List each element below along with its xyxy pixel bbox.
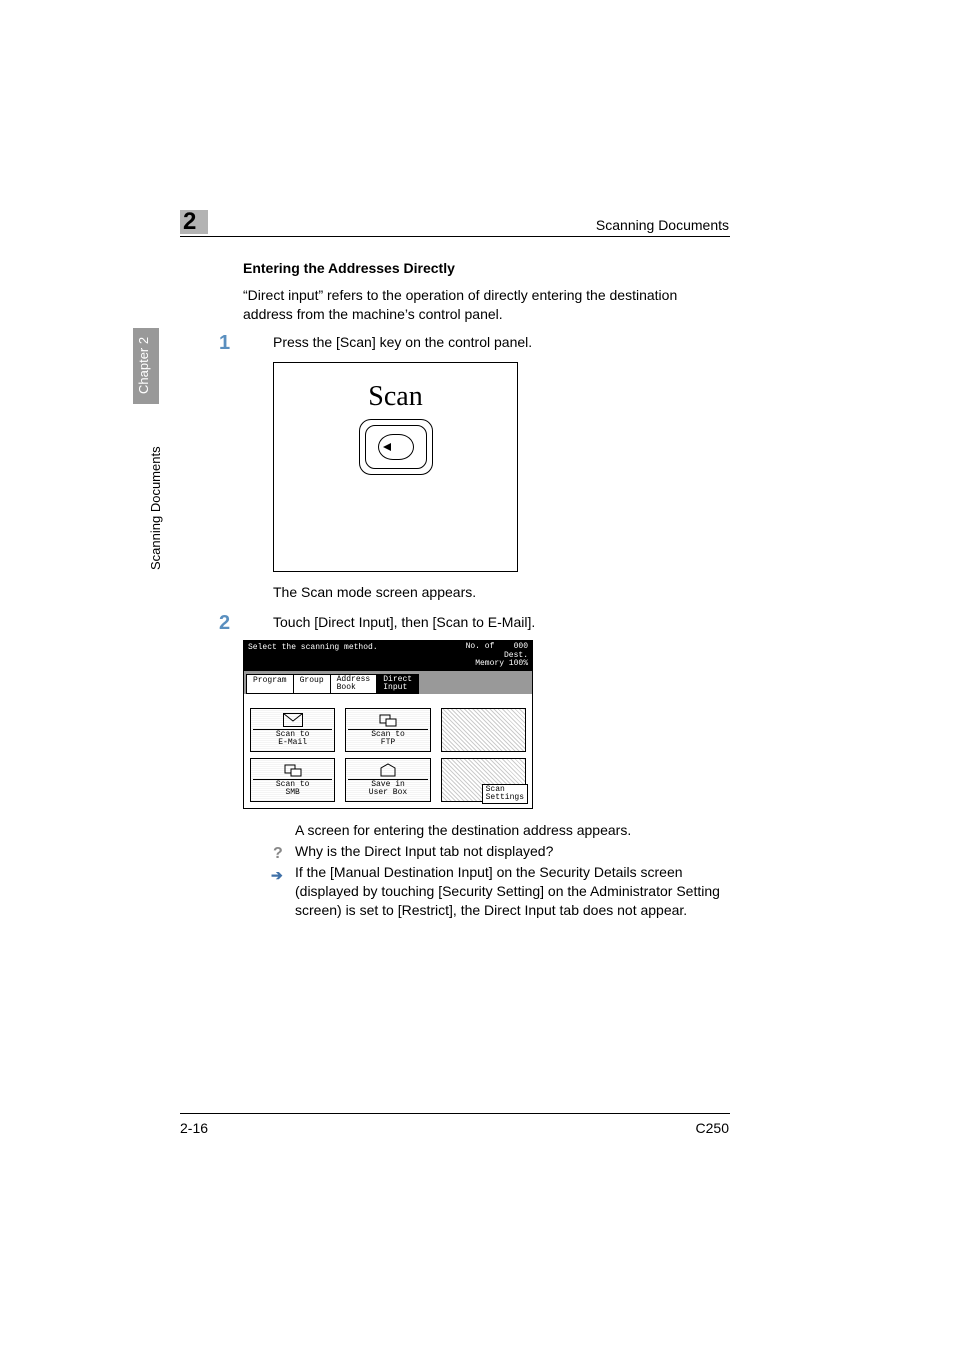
panel-card-save-box-label: Save in User Box <box>348 779 427 797</box>
arrow-icon: ➔ <box>271 866 283 885</box>
step-2-text: Touch [Direct Input], then [Scan to E-Ma… <box>243 614 730 630</box>
step-1-number: 1 <box>219 332 230 355</box>
panel-dest-label-1: No. of <box>466 642 495 651</box>
panel-tab-group[interactable]: Group <box>293 674 331 694</box>
header-section-title: Scanning Documents <box>596 217 729 233</box>
question-icon: ? <box>273 843 283 865</box>
panel-card-save-box[interactable]: Save in User Box <box>345 758 430 802</box>
panel-card-empty-1 <box>441 708 526 752</box>
envelope-icon <box>283 713 303 727</box>
panel-dest-label-2: Dest. <box>504 651 528 660</box>
panel-scan-settings-button[interactable]: Scan Settings <box>482 784 528 804</box>
footer-rule <box>180 1113 730 1114</box>
footer-page-number: 2-16 <box>180 1120 208 1136</box>
panel-card-scan-smb[interactable]: Scan to SMB <box>250 758 335 802</box>
after-figure-1-text: The Scan mode screen appears. <box>273 584 730 600</box>
panel-card-scan-ftp[interactable]: Scan to FTP <box>345 708 430 752</box>
step-1-text: Press the [Scan] key on the control pane… <box>243 334 730 350</box>
smb-icon <box>283 763 303 777</box>
panel-tab-address-book[interactable]: Address Book <box>330 674 378 694</box>
footer-model: C250 <box>696 1120 729 1136</box>
panel-tab-program[interactable]: Program <box>246 674 294 694</box>
figure-scan-key: Scan <box>273 362 518 572</box>
side-section-label: Scanning Documents <box>148 446 163 570</box>
scan-key-outer <box>359 419 433 475</box>
header-rule <box>180 236 730 237</box>
ftp-icon <box>378 713 398 727</box>
answer-text: If the [Manual Destination Input] on the… <box>295 864 720 918</box>
scan-key-label: Scan <box>368 381 422 413</box>
after-figure-2-text: A screen for entering the destination ad… <box>273 821 730 840</box>
subheading: Entering the Addresses Directly <box>243 260 730 276</box>
figure-panel-screenshot: Select the scanning method. No. of 000 D… <box>243 640 533 809</box>
step-2-number: 2 <box>219 612 230 635</box>
question-text: Why is the Direct Input tab not displaye… <box>295 843 553 859</box>
side-tab-label: Chapter 2 <box>136 337 151 394</box>
panel-card-scan-smb-label: Scan to SMB <box>253 779 332 797</box>
panel-memory: Memory 100% <box>475 659 528 668</box>
scan-key-inner <box>365 425 427 469</box>
panel-dest-count: 000 <box>514 642 528 651</box>
panel-prompt: Select the scanning method. <box>248 643 378 652</box>
panel-tab-direct-input[interactable]: Direct Input <box>376 674 419 694</box>
panel-card-scan-ftp-label: Scan to FTP <box>348 729 427 747</box>
chapter-number: 2 <box>183 208 196 236</box>
scan-arrow-icon <box>378 434 414 460</box>
userbox-icon <box>378 763 398 777</box>
panel-card-scan-email[interactable]: Scan to E-Mail <box>250 708 335 752</box>
panel-card-scan-email-label: Scan to E-Mail <box>253 729 332 747</box>
intro-paragraph: “Direct input” refers to the operation o… <box>243 286 730 324</box>
